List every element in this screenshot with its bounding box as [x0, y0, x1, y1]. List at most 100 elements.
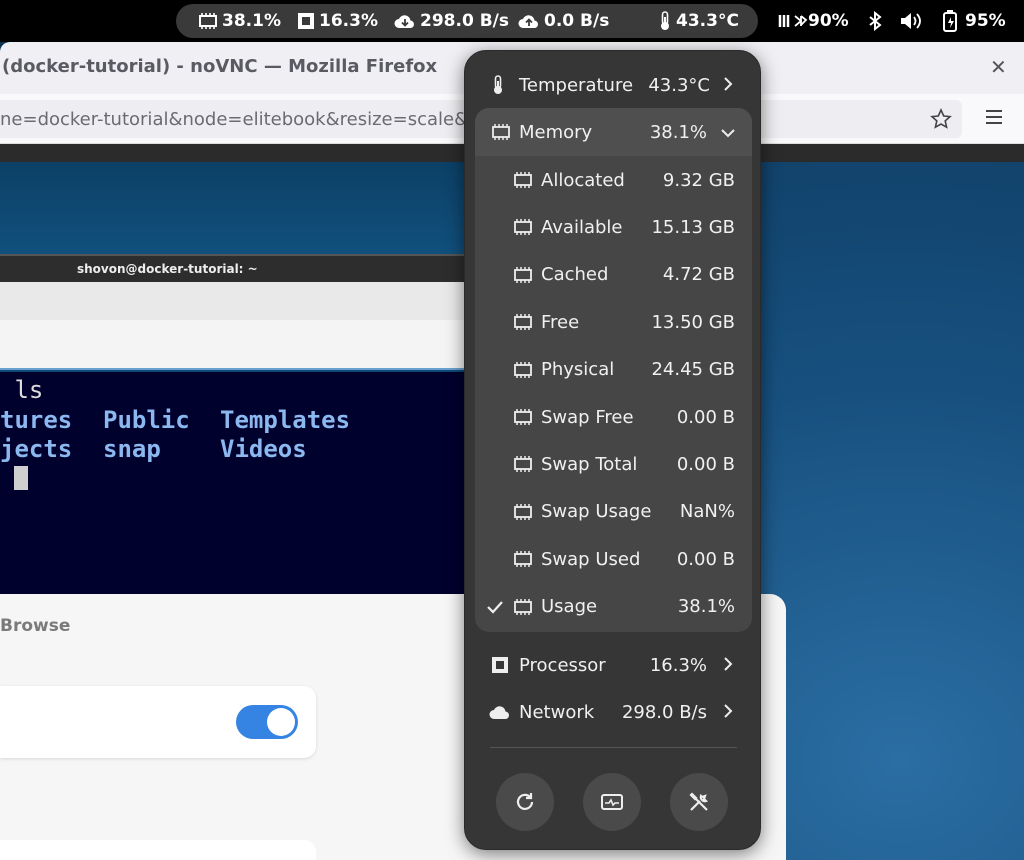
url-text: ne=docker-tutorial&node=elitebook&resize… [0, 109, 470, 130]
processor-usage-text: 16.3% [319, 11, 378, 31]
memory-submenu-item[interactable]: Usage 38.1% [465, 584, 762, 630]
memory-chip-icon [513, 551, 533, 568]
dir-entry: Public [103, 406, 190, 434]
memory-submenu-item[interactable]: Swap Used 0.00 B [465, 536, 762, 582]
system-monitor-indicator[interactable]: 38.1% 16.3% 298.0 B/s 0.0 B/s 43.3°C [176, 4, 758, 38]
memory-submenu-value: 15.13 GB [651, 216, 735, 238]
memory-chip-icon [199, 13, 217, 29]
memory-chip-icon [513, 314, 533, 331]
temperature-indicator: 43.3°C [658, 11, 739, 31]
memory-chip-icon [513, 456, 533, 473]
bookmark-star-icon[interactable] [930, 108, 952, 134]
network-label: Network [519, 701, 595, 723]
terminal-titlebar: shovon@docker-tutorial: ~ [0, 254, 465, 282]
memory-submenu-item[interactable]: Free 13.50 GB [465, 299, 762, 345]
memory-submenu-value: 38.1% [677, 596, 735, 618]
memory-chip-icon [513, 361, 533, 378]
battery-percent-text: 95% [965, 11, 1006, 31]
terminal-output[interactable]: ls tures Public Templates jects snap Vid… [0, 372, 465, 594]
processor-value: 16.3% [649, 654, 707, 676]
network-status[interactable]: 90% [778, 0, 849, 42]
chevron-right-icon [723, 655, 733, 676]
memory-submenu-label: Usage [541, 596, 598, 618]
settings-card [0, 686, 316, 758]
memory-submenu-item[interactable]: Allocated 9.32 GB [465, 157, 762, 203]
memory-chip-icon [513, 503, 533, 520]
memory-chip-icon [513, 598, 533, 615]
memory-chip-icon [513, 172, 533, 188]
battery-icon [943, 10, 957, 32]
processor-menu-item[interactable]: Processor 16.3% [465, 642, 762, 688]
menu-separator [490, 747, 737, 748]
processor-icon [491, 656, 509, 674]
hamburger-menu-icon[interactable] [985, 109, 1003, 129]
processor-icon [298, 13, 314, 29]
download-speed-text: 298.0 B/s [420, 11, 509, 31]
memory-submenu-label: Swap Used [541, 548, 641, 570]
thermometer-icon [491, 75, 505, 95]
memory-submenu-label: Free [541, 311, 580, 333]
refresh-button[interactable] [496, 773, 554, 831]
dir-entry: snap [103, 435, 161, 463]
close-window-icon[interactable]: ✕ [990, 55, 1007, 79]
memory-submenu-label: Swap Usage [541, 501, 652, 523]
memory-submenu-value: 4.72 GB [662, 264, 735, 286]
memory-submenu-value: 9.32 GB [662, 169, 735, 191]
refresh-icon [516, 793, 534, 810]
temperature-menu-item[interactable]: Temperature 43.3°C [465, 62, 762, 108]
dir-entry: Templates [220, 406, 351, 434]
memory-submenu-item[interactable]: Swap Usage NaN% [465, 489, 762, 535]
memory-chip-icon [513, 409, 533, 425]
processor-label: Processor [519, 654, 606, 676]
terminal-tab-area [0, 320, 465, 370]
memory-submenu-item[interactable]: Swap Free 0.00 B [465, 394, 762, 440]
chevron-right-icon [723, 75, 733, 96]
terminal-command-line: ls [0, 376, 44, 404]
memory-chip-icon [491, 124, 511, 140]
dir-entry: jects [0, 435, 73, 463]
window-title: (docker-tutorial) - noVNC — Mozilla Fire… [2, 56, 438, 77]
memory-submenu-item[interactable]: Swap Total 0.00 B [465, 441, 762, 487]
setting-toggle-switch[interactable] [236, 705, 298, 739]
memory-submenu-label: Swap Free [541, 406, 634, 428]
memory-submenu-item[interactable]: Available 15.13 GB [465, 204, 762, 250]
chevron-right-icon [723, 702, 733, 723]
cloud-download-icon [394, 15, 414, 28]
memory-usage-text: 38.1% [222, 11, 281, 31]
memory-submenu-label: Physical [541, 359, 615, 381]
memory-submenu-label: Swap Total [541, 453, 638, 475]
checkmark-icon [487, 600, 503, 614]
memory-submenu-label: Cached [541, 264, 609, 286]
dir-entry: tures [0, 406, 73, 434]
bluetooth-status[interactable] [868, 0, 882, 42]
temperature-label: Temperature [519, 74, 634, 96]
wifi-strength-text: 90% [808, 11, 849, 31]
top-bar: 38.1% 16.3% 298.0 B/s 0.0 B/s 43.3°C 90%… [0, 0, 1024, 42]
preferences-button[interactable] [670, 773, 728, 831]
cloud-icon [489, 704, 511, 720]
bluetooth-icon [869, 11, 882, 31]
volume-icon [901, 13, 921, 29]
system-monitor-popup: Temperature 43.3°C Memory 38.1% Allocate… [464, 50, 761, 850]
remote-wallpaper [0, 162, 470, 254]
memory-submenu-value: 0.00 B [676, 453, 735, 475]
processor-indicator: 16.3% [297, 11, 378, 31]
temperature-value: 43.3°C [648, 74, 710, 96]
memory-submenu-item[interactable]: Physical 24.45 GB [465, 347, 762, 393]
network-menu-item[interactable]: Network 298.0 B/s [465, 689, 762, 735]
open-system-monitor-button[interactable] [583, 773, 641, 831]
temperature-text: 43.3°C [676, 11, 739, 31]
volume-status[interactable] [900, 0, 922, 42]
memory-submenu-value: NaN% [679, 501, 735, 523]
memory-submenu-value: 24.45 GB [651, 359, 735, 381]
battery-status[interactable]: 95% [942, 0, 1006, 42]
chevron-down-icon [721, 122, 735, 143]
upload-indicator: 0.0 B/s [518, 11, 609, 31]
memory-menu-item[interactable]: Memory 38.1% [465, 109, 762, 155]
dir-entry: Videos [220, 435, 307, 463]
memory-submenu-value: 13.50 GB [651, 311, 735, 333]
settings-card [0, 840, 316, 860]
memory-submenu-item[interactable]: Cached 4.72 GB [465, 252, 762, 298]
memory-chip-icon [513, 266, 533, 283]
memory-submenu-value: 0.00 B [676, 406, 735, 428]
